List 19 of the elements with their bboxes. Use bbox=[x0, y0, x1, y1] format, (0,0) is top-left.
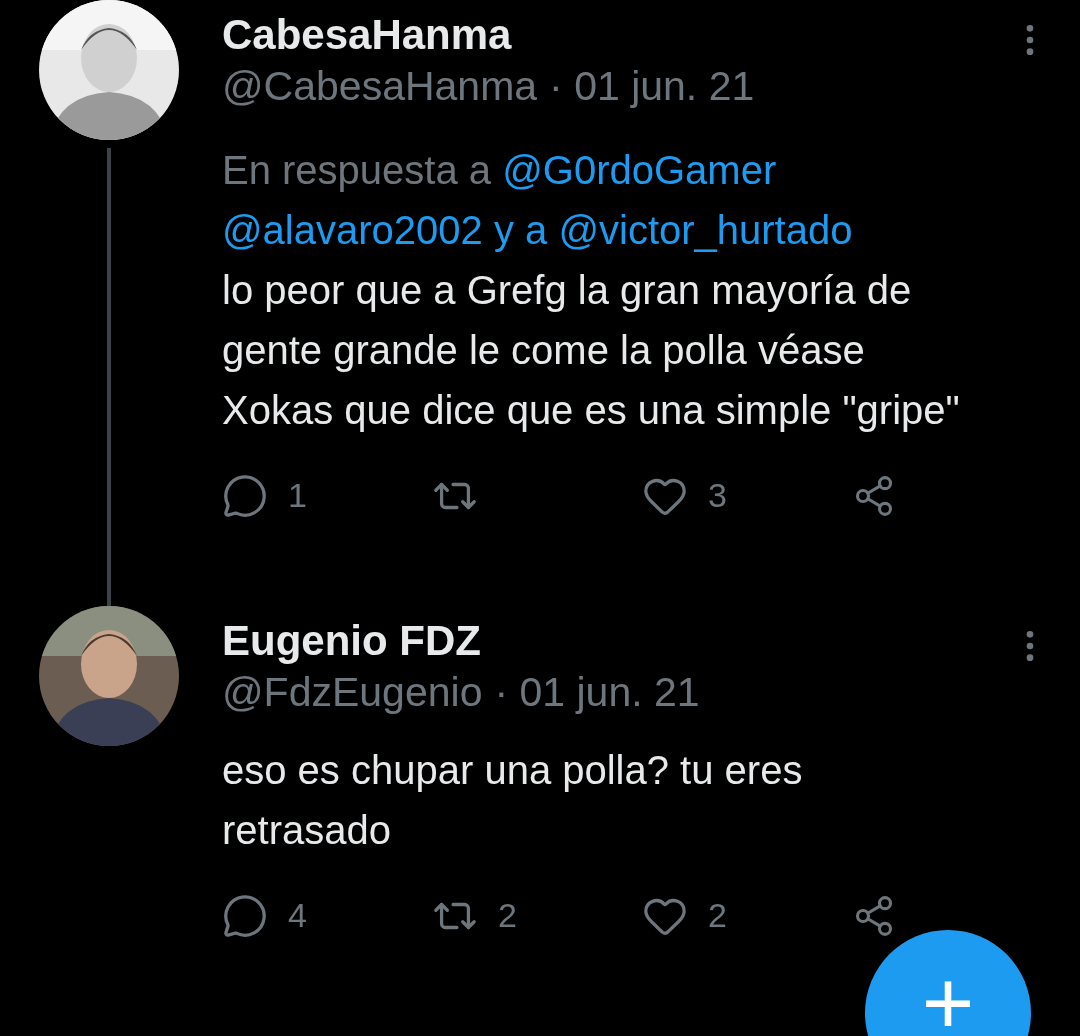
user-handle: @CabesaHanma bbox=[222, 62, 538, 111]
tweet-text: lo peor que a Grefg la gran mayoría de gente grande le come la polla véase Xokas que dice que es una simple "gripe" bbox=[222, 267, 961, 434]
reply-icon[interactable] bbox=[222, 472, 268, 519]
retweet-count: 2 bbox=[498, 895, 517, 936]
reply-count: 4 bbox=[288, 895, 307, 936]
reply-icon[interactable] bbox=[222, 892, 268, 939]
date-text: · 01 jun. 21 bbox=[549, 62, 755, 111]
reply-context: En respuesta a @G0rdoGamer @alavaro2002 y a @victor_hurtado bbox=[222, 147, 854, 254]
date-text: · 01 jun. 21 bbox=[494, 668, 700, 717]
like-count: 2 bbox=[708, 895, 727, 936]
like-count: 3 bbox=[708, 475, 727, 516]
mention-link[interactable]: @victor_hurtado bbox=[558, 208, 853, 252]
reply-count: 1 bbox=[288, 475, 307, 516]
mention-link[interactable]: @G0rdoGamer bbox=[502, 148, 777, 192]
user-handle: @FdzEugenio bbox=[222, 668, 483, 717]
tweet-text: eso es chupar una polla? tu eres retrasado bbox=[222, 747, 804, 854]
user-name: CabesaHanma bbox=[222, 12, 513, 58]
user-name: Eugenio FDZ bbox=[222, 618, 482, 664]
mention-link[interactable]: @alavaro2002 bbox=[222, 208, 483, 252]
